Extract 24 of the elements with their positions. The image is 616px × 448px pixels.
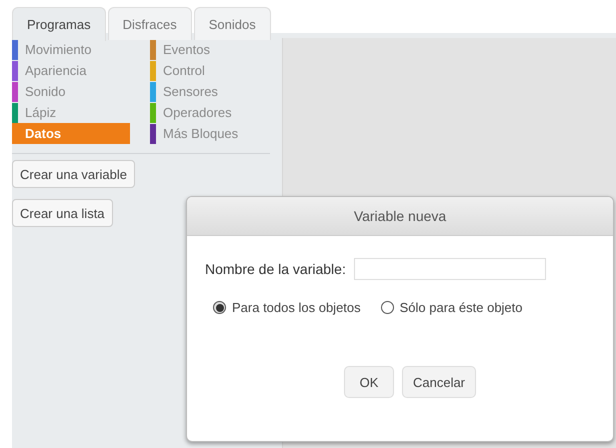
category-item[interactable]: Control — [150, 60, 268, 81]
tab[interactable]: Disfraces — [108, 7, 192, 40]
category-item[interactable]: Operadores — [150, 102, 268, 123]
category-item[interactable]: Apariencia — [12, 60, 130, 81]
palette-button[interactable]: Crear una lista — [12, 199, 113, 227]
category-item[interactable]: Eventos — [150, 39, 268, 60]
category-item[interactable]: Sonido — [12, 81, 130, 102]
field-label: Nombre de la variable: — [205, 261, 346, 277]
palette-button[interactable]: Crear una variable — [12, 160, 135, 188]
category-item[interactable]: Sensores — [150, 81, 268, 102]
radio-option[interactable]: Para todos los objetos — [213, 300, 361, 315]
tab[interactable]: Programas — [12, 7, 106, 41]
radio-icon[interactable] — [380, 301, 394, 314]
category-item[interactable]: Más Bloques — [150, 123, 268, 144]
tab[interactable]: Sonidos — [194, 7, 271, 40]
dialog-button[interactable]: OK — [344, 366, 394, 398]
dialog-button[interactable]: Cancelar — [402, 366, 476, 398]
radio-option[interactable]: Sólo para éste objeto — [380, 300, 523, 315]
category-item[interactable]: Lápiz — [12, 102, 130, 123]
dialog-title: Variable nueva — [354, 208, 446, 224]
category-item[interactable]: Datos — [12, 123, 130, 144]
category-item[interactable]: Movimiento — [12, 39, 130, 60]
radio-icon[interactable] — [213, 301, 226, 314]
input-field[interactable] — [354, 258, 546, 280]
